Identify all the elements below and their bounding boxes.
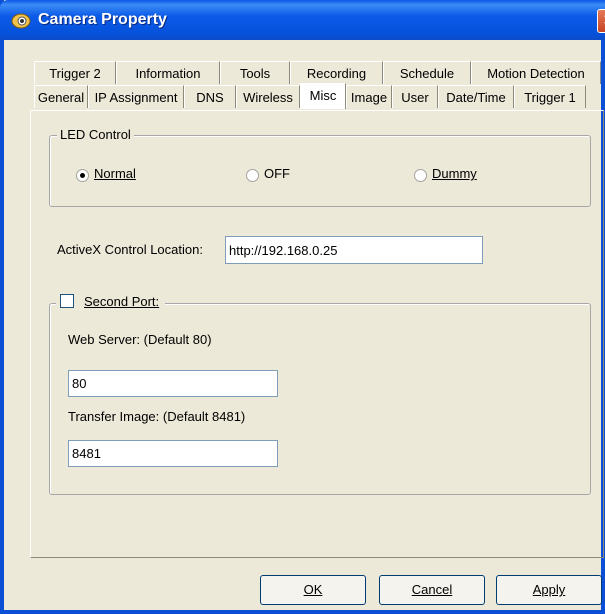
cancel-button-label: Cancel (411, 582, 453, 597)
transfer-image-port-input[interactable] (68, 440, 278, 467)
led-control-group: LED Control Normal OFF Dummy (49, 127, 591, 207)
tab-general[interactable]: General (34, 85, 88, 108)
tab-recording[interactable]: Recording (290, 61, 383, 84)
tab-tools[interactable]: Tools (220, 61, 290, 84)
activex-location-label: ActiveX Control Location: (57, 242, 203, 257)
transfer-image-label: Transfer Image: (Default 8481) (68, 409, 246, 424)
led-off-radio[interactable] (246, 169, 259, 182)
tab-row-front: General IP Assignment DNS Wireless Misc … (34, 83, 586, 109)
second-port-header: Second Port: (56, 294, 166, 309)
tab-date-time[interactable]: Date/Time (438, 85, 514, 108)
led-dummy-label[interactable]: Dummy (432, 166, 477, 181)
cancel-button[interactable]: Cancel (379, 575, 485, 605)
tab-wireless[interactable]: Wireless (236, 85, 300, 108)
camera-property-dialog: Camera Property ✕ Trigger 2 Information … (0, 0, 605, 614)
title-bar[interactable]: Camera Property (0, 0, 605, 40)
second-port-label[interactable]: Second Port: (84, 294, 159, 309)
led-control-label: LED Control (57, 127, 134, 142)
tab-trigger-1[interactable]: Trigger 1 (514, 85, 586, 108)
misc-tab-panel: LED Control Normal OFF Dummy ActiveX Con… (30, 110, 604, 558)
ok-button-label: OK (303, 582, 323, 597)
tab-trigger-2[interactable]: Trigger 2 (34, 61, 116, 84)
tab-ip-assignment[interactable]: IP Assignment (88, 85, 184, 108)
web-server-port-input[interactable] (68, 370, 278, 397)
tab-motion-detection[interactable]: Motion Detection (471, 61, 601, 84)
tab-user[interactable]: User (392, 85, 438, 108)
second-port-checkbox[interactable] (60, 294, 74, 308)
tab-misc[interactable]: Misc (300, 83, 346, 109)
ok-button[interactable]: OK (260, 575, 366, 605)
window-title: Camera Property (38, 11, 167, 28)
web-server-label: Web Server: (Default 80) (68, 332, 212, 347)
led-normal-radio[interactable] (76, 169, 89, 182)
activex-location-input[interactable] (225, 236, 483, 264)
apply-button[interactable]: Apply (496, 575, 602, 605)
tab-dns[interactable]: DNS (184, 85, 236, 108)
apply-button-label: Apply (532, 582, 566, 597)
tab-information[interactable]: Information (116, 61, 220, 84)
camera-icon (11, 13, 31, 29)
tab-schedule[interactable]: Schedule (383, 61, 471, 84)
led-normal-label[interactable]: Normal (94, 166, 136, 181)
led-dummy-radio[interactable] (414, 169, 427, 182)
led-off-label[interactable]: OFF (264, 166, 290, 181)
tab-row-back: Trigger 2 Information Tools Recording Sc… (34, 61, 601, 85)
second-port-group: Second Port: Web Server: (Default 80) Tr… (49, 294, 591, 495)
close-button[interactable]: ✕ (597, 9, 605, 33)
tab-image[interactable]: Image (346, 85, 392, 108)
